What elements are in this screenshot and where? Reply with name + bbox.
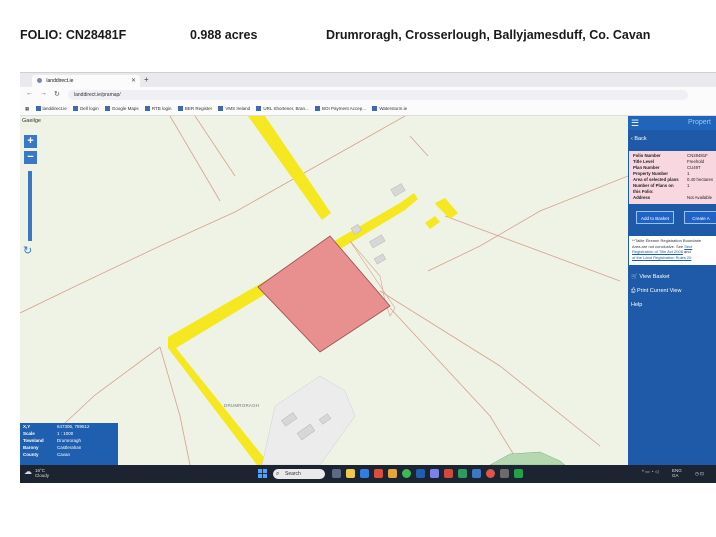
info-row: Scale 1 : 1000 bbox=[23, 431, 74, 436]
help-link[interactable]: Help bbox=[631, 302, 642, 308]
zoom-out-button[interactable]: − bbox=[24, 151, 37, 164]
bookmark-icon bbox=[35, 106, 41, 112]
location-info-box: X,Y 647306, 789512 Scale 1 : 1000 Townland… bbox=[20, 423, 118, 465]
edge-icon[interactable] bbox=[360, 469, 369, 478]
green-area bbox=[489, 451, 566, 465]
area-heading: 0.988 acres bbox=[190, 28, 258, 42]
bookmark-icon bbox=[144, 106, 150, 112]
close-tab-icon[interactable]: ✕ bbox=[131, 75, 136, 87]
bookmark-item[interactable]: landdirect.ie bbox=[35, 103, 67, 115]
bookmark-item[interactable]: Waterstorm.ie bbox=[372, 103, 407, 115]
apps-grid-icon[interactable]: ▦ bbox=[25, 103, 29, 115]
app-icon[interactable] bbox=[514, 469, 523, 478]
forward-arrow-icon[interactable]: → bbox=[40, 90, 47, 97]
widgets-icon[interactable] bbox=[332, 469, 341, 478]
info-row: Barony Castlerahan bbox=[23, 445, 82, 450]
bookmark-item[interactable]: RTB login bbox=[144, 103, 172, 115]
detail-row: Address Not Available bbox=[633, 195, 713, 200]
bookmark-icon bbox=[104, 106, 110, 112]
bookmark-icon bbox=[73, 106, 79, 112]
bookmark-icon bbox=[256, 106, 262, 112]
cloud-icon: ☁ bbox=[24, 467, 32, 476]
app-icon[interactable] bbox=[486, 469, 495, 478]
system-tray[interactable]: ^ ▭ ◔ ◁ bbox=[642, 469, 658, 475]
bookmark-item[interactable]: Dell login bbox=[73, 103, 99, 115]
browser-screenshot: landdirect.ie ✕ + ← → ↻ landdirect.ie/pr… bbox=[20, 72, 716, 483]
favicon-icon bbox=[37, 78, 42, 84]
info-row: County Cavan bbox=[23, 452, 71, 457]
menu-icon[interactable]: ☰ bbox=[631, 118, 639, 129]
bookmark-icon bbox=[218, 106, 224, 112]
new-tab-icon[interactable]: + bbox=[144, 75, 149, 84]
info-row: Townland Drumroragh bbox=[23, 438, 82, 443]
back-link[interactable]: ‹ Back bbox=[631, 136, 647, 142]
bookmark-icon bbox=[177, 106, 183, 112]
language-link[interactable]: Gaeilge bbox=[22, 118, 41, 124]
bookmark-icon bbox=[315, 106, 321, 112]
section-link[interactable]: Sect bbox=[684, 244, 692, 249]
act-link[interactable]: Registration of Title Act 2006 bbox=[632, 249, 683, 254]
clock-icon[interactable]: ◷ ⊡ bbox=[695, 471, 704, 476]
printer-icon: ⎙ bbox=[631, 288, 636, 294]
teams-icon[interactable] bbox=[430, 469, 439, 478]
print-view-link[interactable]: ⎙ Print Current View bbox=[631, 288, 681, 295]
browser-tab[interactable]: landdirect.ie ✕ bbox=[32, 75, 140, 87]
rules-link[interactable]: of the Land Registration Rules 20 bbox=[632, 255, 691, 260]
panel-title: Propert bbox=[688, 119, 711, 126]
bookmark-item[interactable]: URL Shortener, Bran... bbox=[256, 103, 309, 115]
property-panel: ☰ Propert ‹ Back Folio Number CN28481F Ti… bbox=[628, 116, 716, 465]
bookmark-item[interactable]: VMS Ireland bbox=[218, 103, 250, 115]
app-icon[interactable] bbox=[388, 469, 397, 478]
info-row: X,Y 647306, 789512 bbox=[23, 424, 90, 429]
create-button[interactable]: Create A bbox=[684, 211, 716, 224]
weather-widget[interactable]: ☁ 16°C Cloudy bbox=[24, 467, 49, 479]
yard-road bbox=[435, 198, 458, 219]
windows-start-icon[interactable] bbox=[258, 469, 267, 478]
app-icon[interactable] bbox=[500, 469, 509, 478]
side-road bbox=[248, 116, 331, 220]
property-details-card: Folio Number CN28481F Title Level Freehold… bbox=[629, 151, 716, 204]
view-basket-link[interactable]: 🛒 View Basket bbox=[631, 274, 670, 280]
yard-area bbox=[261, 375, 356, 465]
tab-bar: landdirect.ie ✕ + bbox=[20, 73, 716, 87]
townland-label: DRUMRORAGH bbox=[224, 403, 260, 408]
word-icon[interactable] bbox=[472, 469, 481, 478]
panel-header: ☰ Propert bbox=[628, 116, 716, 130]
zoom-in-button[interactable]: + bbox=[24, 135, 37, 148]
boundary-disclaimer: **Tailte Éireann Registration Boundarie … bbox=[629, 236, 716, 265]
bookmark-item[interactable]: BER Register bbox=[177, 103, 212, 115]
zoom-slider[interactable] bbox=[28, 171, 32, 241]
address-bar: ← → ↻ landdirect.ie/pramap/ bbox=[20, 87, 716, 103]
add-to-basket-button[interactable]: Add to Basket bbox=[636, 211, 674, 224]
back-arrow-icon[interactable]: ← bbox=[26, 90, 33, 97]
refresh-icon[interactable]: ↻ bbox=[23, 244, 32, 257]
bookmarks-bar: ▦ landdirect.ie Dell login Google Maps R… bbox=[20, 103, 716, 116]
app-icon[interactable] bbox=[444, 469, 453, 478]
app-icon[interactable] bbox=[374, 469, 383, 478]
bookmark-item[interactable]: Google Maps bbox=[104, 103, 139, 115]
language-indicator[interactable]: ENG GA bbox=[672, 468, 682, 478]
outlook-icon[interactable] bbox=[416, 469, 425, 478]
selected-parcel[interactable] bbox=[257, 235, 391, 353]
map-canvas[interactable] bbox=[20, 116, 628, 465]
address-heading: Drumroragh, Crosserlough, Ballyjamesduff… bbox=[326, 28, 651, 42]
url-field[interactable]: landdirect.ie/pramap/ bbox=[68, 90, 688, 100]
taskbar-search[interactable]: ⌕ Search bbox=[273, 469, 325, 479]
bookmark-item[interactable]: BOI Payment Accep... bbox=[315, 103, 366, 115]
file-explorer-icon[interactable] bbox=[346, 469, 355, 478]
tab-title: landdirect.ie bbox=[46, 78, 74, 84]
chrome-icon[interactable] bbox=[402, 469, 411, 478]
property-map[interactable]: Gaeilge + − ↻ DRUMRORAGH X,Y 647306, 7895… bbox=[20, 116, 628, 465]
small-road bbox=[425, 216, 440, 229]
reload-icon[interactable]: ↻ bbox=[54, 90, 60, 98]
bookmark-icon bbox=[372, 106, 378, 112]
windows-taskbar: ☁ 16°C Cloudy ⌕ Search ^ ▭ ◔ ◁ ENG GA ◷ ⊡ bbox=[20, 465, 716, 483]
basket-icon: 🛒 bbox=[631, 274, 638, 280]
search-icon: ⌕ bbox=[276, 471, 280, 477]
excel-icon[interactable] bbox=[458, 469, 467, 478]
folio-number-heading: FOLIO: CN28481F bbox=[20, 28, 127, 42]
